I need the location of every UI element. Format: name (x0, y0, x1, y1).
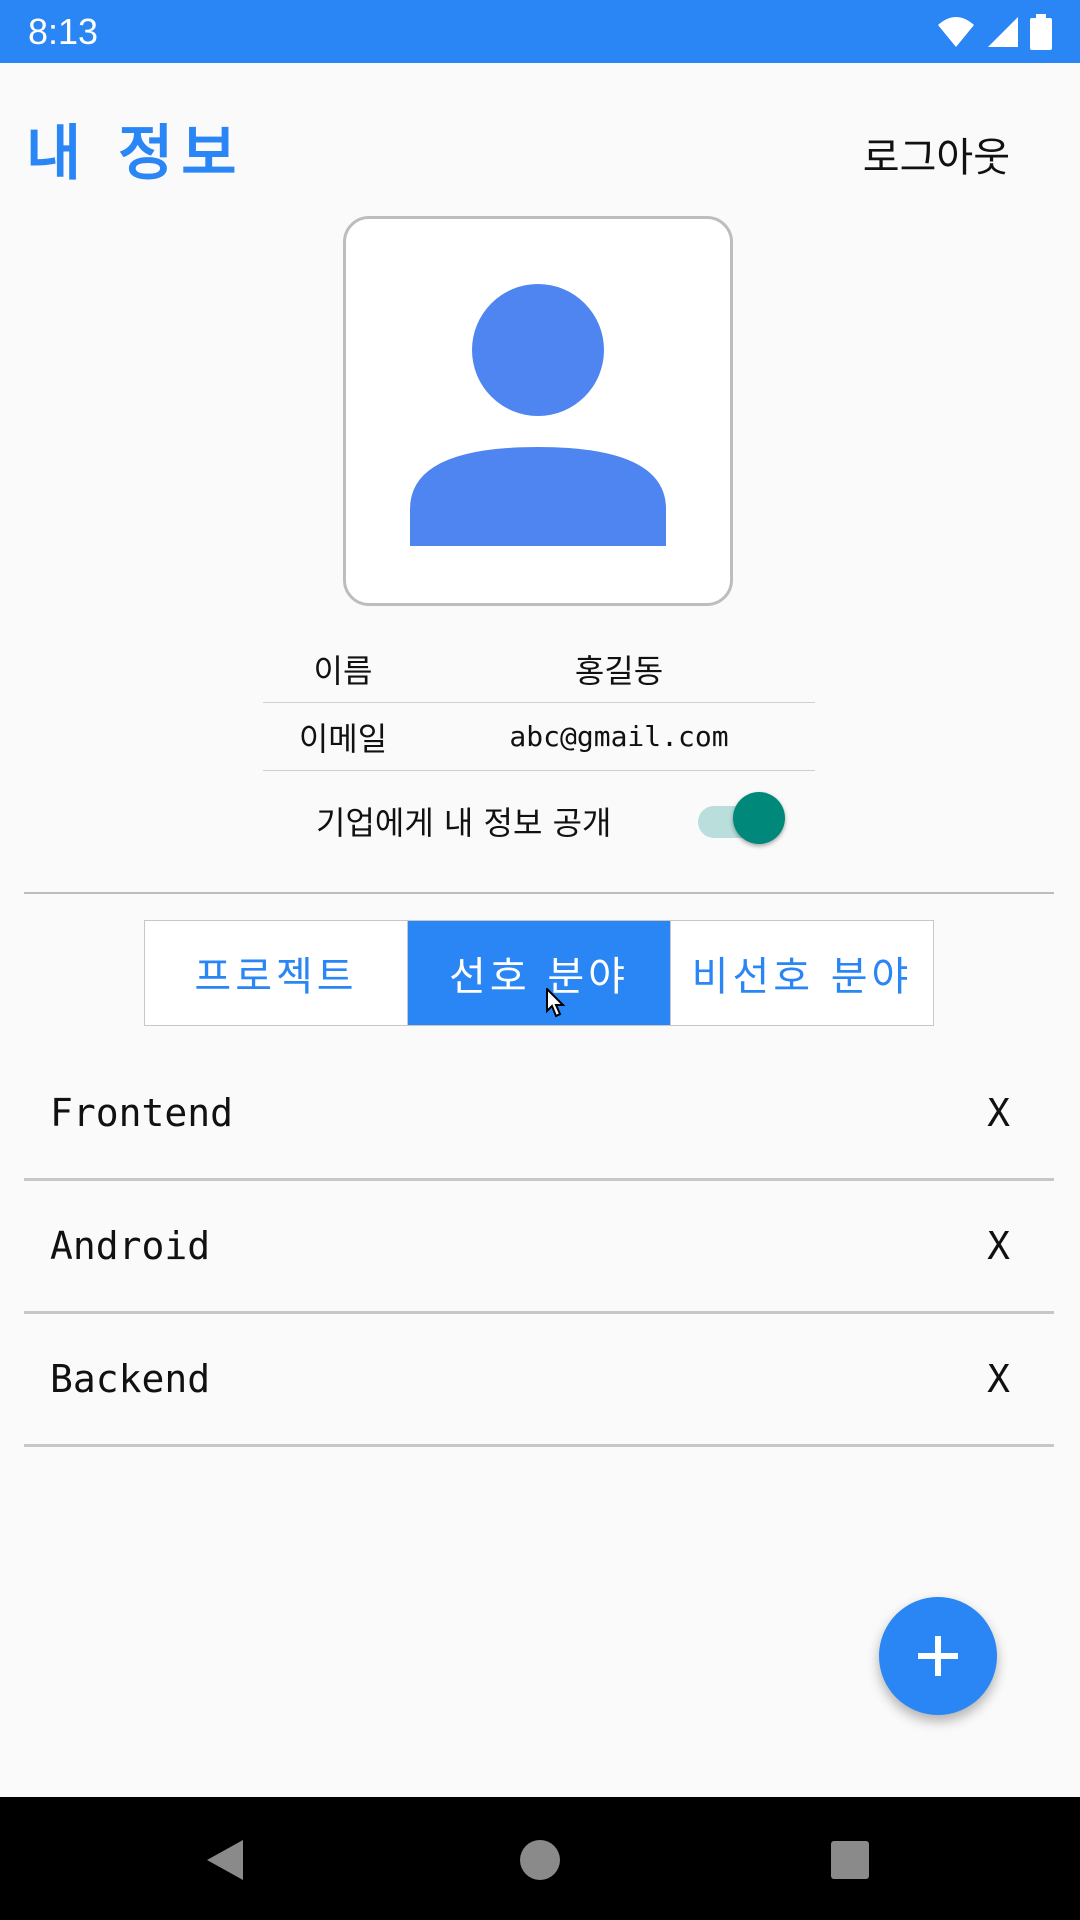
back-button[interactable] (200, 1835, 250, 1885)
name-row: 이름 홍길동 (263, 635, 815, 703)
person-icon (410, 284, 666, 546)
interest-label: Frontend (50, 1091, 234, 1135)
profile-avatar[interactable] (343, 216, 733, 606)
wifi-icon (938, 17, 974, 47)
remove-button[interactable]: X (987, 1357, 1010, 1401)
tab-non-preferred-fields[interactable]: 비선호 분야 (671, 921, 933, 1025)
back-icon (207, 1840, 243, 1880)
tab-preferred-fields[interactable]: 선호 분야 (408, 921, 671, 1025)
cellular-signal-icon (988, 17, 1018, 47)
email-label: 이메일 (298, 719, 388, 758)
category-tabs: 프로젝트 선호 분야 비선호 분야 (144, 920, 934, 1026)
home-button[interactable] (515, 1835, 565, 1885)
name-value: 홍길동 (574, 651, 664, 690)
remove-button[interactable]: X (987, 1224, 1010, 1268)
home-icon (520, 1840, 560, 1880)
recents-icon (831, 1841, 869, 1879)
page-title: 내 정보 (26, 119, 245, 189)
navigation-bar (0, 1797, 1080, 1920)
list-item: Android X (24, 1181, 1054, 1314)
plus-icon (918, 1636, 958, 1676)
email-row: 이메일 abc@gmail.com (263, 703, 815, 771)
add-interest-button[interactable] (879, 1597, 997, 1715)
mouse-cursor-icon (546, 988, 566, 1018)
toggle-thumb (733, 792, 785, 844)
interest-list: Frontend X Android X Backend X (24, 1048, 1054, 1447)
public-info-toggle[interactable] (695, 790, 785, 846)
email-value: abc@gmail.com (509, 720, 729, 753)
profile-info-table: 이름 홍길동 이메일 abc@gmail.com (263, 635, 815, 771)
list-item: Frontend X (24, 1048, 1054, 1181)
public-info-label: 기업에게 내 정보 공개 (316, 804, 612, 842)
section-divider (24, 892, 1054, 894)
name-label: 이름 (313, 651, 373, 690)
logout-button[interactable]: 로그아웃 (863, 125, 1010, 183)
interest-label: Android (50, 1224, 211, 1268)
tab-projects[interactable]: 프로젝트 (145, 921, 408, 1025)
interest-label: Backend (50, 1357, 211, 1401)
recents-button[interactable] (825, 1835, 875, 1885)
status-bar: 8:13 (0, 0, 1080, 63)
status-icons (936, 14, 1052, 50)
status-time: 8:13 (28, 11, 99, 52)
battery-icon (1030, 14, 1052, 50)
list-item: Backend X (24, 1314, 1054, 1447)
remove-button[interactable]: X (987, 1091, 1010, 1135)
